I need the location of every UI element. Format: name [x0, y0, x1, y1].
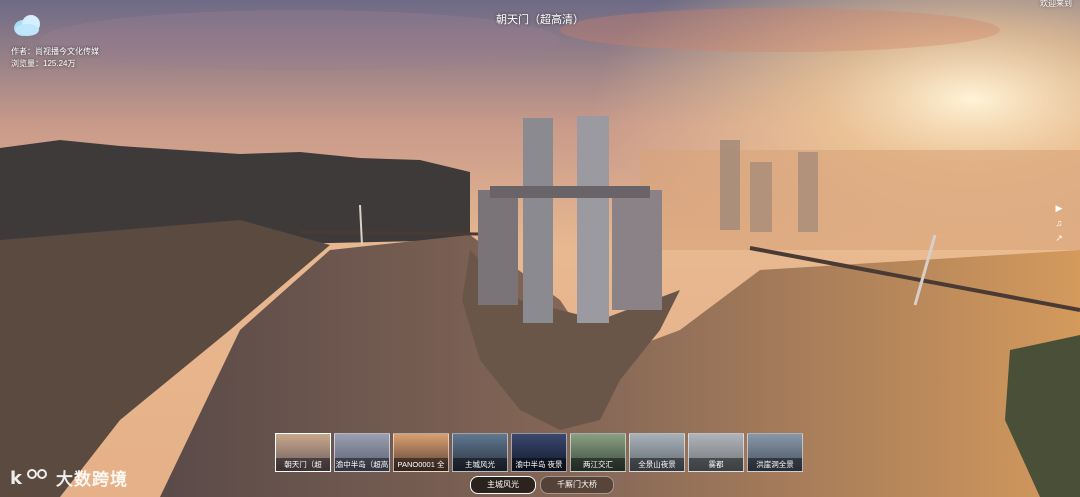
scene-thumbnail[interactable]: 渝中半岛（超高 — [334, 433, 390, 472]
scene-thumbnail-label: 全景山夜景 — [630, 458, 684, 471]
share-icon[interactable]: ↗ — [1052, 232, 1066, 244]
watermark-logo-icon: k — [10, 468, 47, 489]
scene-thumbnail[interactable]: 两江交汇 — [570, 433, 626, 472]
welcome-text: 欢迎来到 — [1040, 0, 1072, 8]
scene-thumbnail[interactable]: 渝中半岛 夜景 — [511, 433, 567, 472]
video-icon[interactable]: ▶ — [1052, 202, 1066, 214]
scene-thumbnail-label: 洪崖洞全景 — [748, 458, 802, 471]
music-icon[interactable]: ♫ — [1052, 217, 1066, 229]
group-tab-qiansimen-bridge[interactable]: 千厮门大桥 — [540, 476, 614, 494]
side-toolbar: ▶ ♫ ↗ — [1052, 202, 1066, 244]
scene-group-tabs: 主城风光 千厮门大桥 — [470, 476, 614, 494]
scene-thumbnail-label: 两江交汇 — [571, 458, 625, 471]
watermark: k 大数跨境 — [10, 464, 128, 490]
page-title: 朝天门（超高清） — [496, 14, 584, 26]
scene-thumbnail[interactable]: 朝天门（超 — [275, 433, 331, 472]
scene-thumbnail-strip: 朝天门（超 渝中半岛（超高 PANO0001 全主城风光 渝中半岛 夜景 两江交汇 全景山… — [275, 433, 803, 472]
scene-thumbnail[interactable]: 全景山夜景 — [629, 433, 685, 472]
scene-thumbnail-label: 朝天门（超 — [276, 458, 330, 471]
scene-thumbnail-label: 渝中半岛（超高 — [335, 458, 389, 471]
author-label: 作者：尚视播今文化传媒 — [11, 47, 99, 56]
scene-thumbnail-label: PANO0001 全 — [394, 458, 448, 471]
watermark-text: 大数跨境 — [56, 469, 128, 489]
scene-thumbnail[interactable]: PANO0001 全 — [393, 433, 449, 472]
svg-text:k: k — [10, 468, 23, 489]
scene-thumbnail[interactable]: 主城风光 — [452, 433, 508, 472]
scene-thumbnail[interactable]: 洪崖洞全景 — [747, 433, 803, 472]
group-tab-main-city[interactable]: 主城风光 — [470, 476, 536, 494]
views-label: 浏览量：125.24万 — [11, 59, 76, 68]
scene-thumbnail-label: 主城风光 — [453, 458, 507, 471]
scene-thumbnail[interactable]: 雾都 — [688, 433, 744, 472]
tour-info: 作者：尚视播今文化传媒 浏览量：125.24万 — [11, 46, 99, 70]
panorama-scene[interactable] — [0, 0, 1080, 497]
scene-thumbnail-label: 渝中半岛 夜景 — [512, 458, 566, 471]
scene-thumbnail-label: 雾都 — [689, 458, 743, 471]
